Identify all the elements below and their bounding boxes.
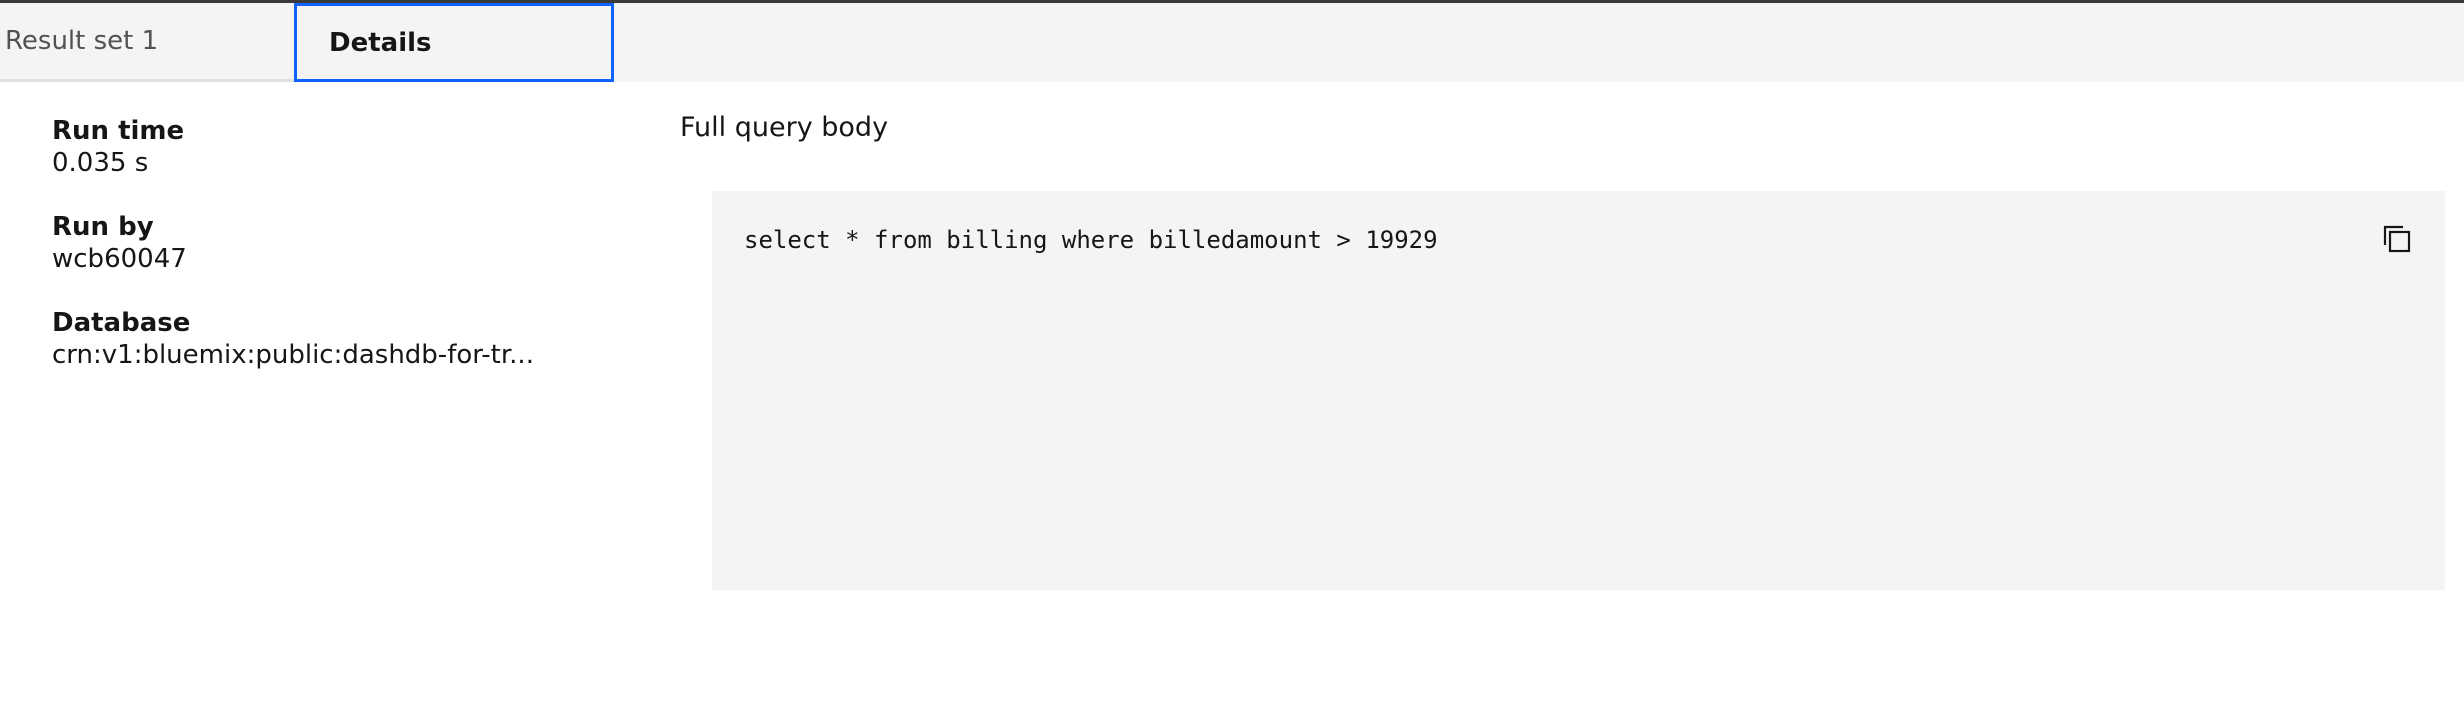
run-by-section: Run by wcb60047: [52, 211, 187, 275]
run-time-value: 0.035 s: [52, 148, 149, 178]
run-time-label: Run time: [52, 116, 185, 146]
query-code-block[interactable]: select * from billing where billedamount…: [712, 191, 2445, 590]
database-value: crn:v1:bluemix:public:dashdb-for-tr...: [52, 340, 534, 370]
tab-details-label: Details: [329, 27, 432, 58]
query-body-text: select * from billing where billedamount…: [744, 226, 1438, 254]
tab-bar: Result set 1 Details: [0, 3, 2464, 82]
tab-result-set-1[interactable]: Result set 1: [0, 3, 294, 82]
copy-button[interactable]: [2379, 221, 2415, 257]
database-label: Database: [52, 308, 191, 338]
database-section: Database crn:v1:bluemix:public:dashdb-fo…: [52, 307, 534, 371]
run-by-value: wcb60047: [52, 244, 187, 274]
run-by-label: Run by: [52, 212, 154, 242]
run-time-section: Run time 0.035 s: [52, 115, 184, 179]
tab-details[interactable]: Details: [294, 3, 614, 82]
tab-result-set-1-label: Result set 1: [5, 26, 159, 56]
query-body-label: Full query body: [680, 112, 889, 143]
copy-icon: [2383, 225, 2411, 253]
